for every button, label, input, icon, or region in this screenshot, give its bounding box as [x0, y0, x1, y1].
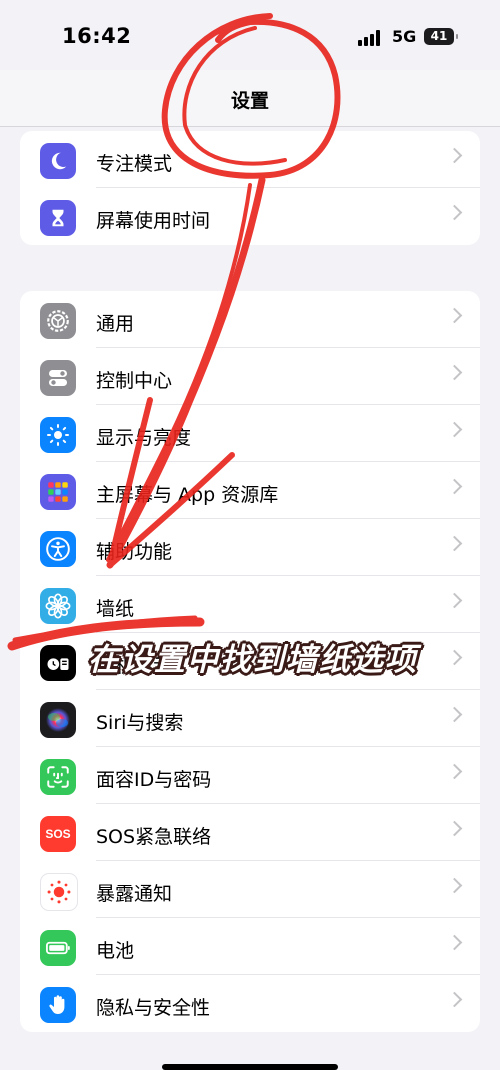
settings-row-label: Siri与搜索 [96, 712, 184, 734]
siri-icon [40, 702, 76, 738]
status-bar: 16:42 5G 41 [0, 0, 500, 70]
chevron-right-icon [446, 649, 463, 666]
settings-row-label: 电池 [96, 940, 135, 962]
settings-row-label: 显示与亮度 [96, 427, 192, 449]
hourglass-icon [40, 200, 76, 236]
settings-row-app-grid[interactable]: 主屏幕与 App 资源库 [20, 462, 480, 519]
sos-icon: SOS [40, 816, 76, 852]
chevron-right-icon [446, 307, 463, 324]
settings-row-label: 屏幕使用时间 [96, 210, 211, 232]
chevron-right-icon [446, 763, 463, 780]
faceid-icon [40, 759, 76, 795]
hand-icon [40, 987, 76, 1023]
chevron-right-icon [446, 991, 463, 1008]
chevron-right-icon [446, 204, 463, 221]
chevron-right-icon [446, 820, 463, 837]
settings-row-siri[interactable]: Siri与搜索 [20, 690, 480, 747]
chevron-right-icon [446, 364, 463, 381]
settings-row-label: SOS紧急联络 [96, 826, 212, 848]
app-grid-icon [40, 474, 76, 510]
home-indicator [162, 1064, 338, 1070]
sun-icon [40, 417, 76, 453]
settings-row-label: 控制中心 [96, 370, 173, 392]
chevron-right-icon [446, 421, 463, 438]
flower-icon [40, 588, 76, 624]
settings-row-sun[interactable]: 显示与亮度 [20, 405, 480, 462]
settings-row-sos[interactable]: SOS SOS紧急联络 [20, 804, 480, 861]
gear-icon [40, 303, 76, 339]
chevron-right-icon [446, 147, 463, 164]
chevron-right-icon [446, 535, 463, 552]
page-title: 设置 [230, 90, 269, 112]
chevron-right-icon [446, 706, 463, 723]
toggles-icon [40, 360, 76, 396]
settings-row-label: 辅助功能 [96, 541, 173, 563]
settings-row-accessibility[interactable]: 辅助功能 [20, 519, 480, 576]
standby-icon [40, 645, 76, 681]
settings-row-flower[interactable]: 墙纸 [20, 576, 480, 633]
exposure-icon [40, 873, 78, 911]
annotation-caption: 在设置中找到墙纸选项 [88, 642, 418, 678]
settings-row-moon[interactable]: 专注模式 [20, 131, 480, 188]
cellular-signal-icon [358, 30, 384, 46]
network-type: 5G [392, 27, 417, 46]
settings-row-label: 专注模式 [96, 153, 173, 175]
settings-group-focus: 专注模式屏幕使用时间 [20, 131, 480, 245]
settings-row-label: 主屏幕与 App 资源库 [96, 484, 279, 506]
settings-row-label: 隐私与安全性 [96, 997, 211, 1019]
chevron-right-icon [446, 592, 463, 609]
settings-row-faceid[interactable]: 面容ID与密码 [20, 747, 480, 804]
settings-row-label: 墙纸 [96, 598, 135, 620]
chevron-right-icon [446, 934, 463, 951]
settings-row-hourglass[interactable]: 屏幕使用时间 [20, 188, 480, 245]
settings-row-label: 暴露通知 [96, 883, 173, 905]
sos-icon-text: SOS [45, 827, 71, 841]
status-time: 16:42 [62, 24, 132, 48]
settings-row-label: 通用 [96, 313, 135, 335]
settings-row-battery[interactable]: 电池 [20, 918, 480, 975]
settings-row-label: 面容ID与密码 [96, 769, 212, 791]
settings-row-exposure[interactable]: 暴露通知 [20, 861, 480, 918]
accessibility-icon [40, 531, 76, 567]
settings-row-hand[interactable]: 隐私与安全性 [20, 975, 480, 1032]
navigation-bar: 设置 [0, 70, 500, 127]
settings-row-gear[interactable]: 通用 [20, 291, 480, 348]
moon-icon [40, 143, 76, 179]
settings-row-toggles[interactable]: 控制中心 [20, 348, 480, 405]
chevron-right-icon [446, 478, 463, 495]
battery-indicator-icon: 41 [424, 28, 458, 45]
chevron-right-icon [446, 877, 463, 894]
battery-icon [40, 930, 76, 966]
